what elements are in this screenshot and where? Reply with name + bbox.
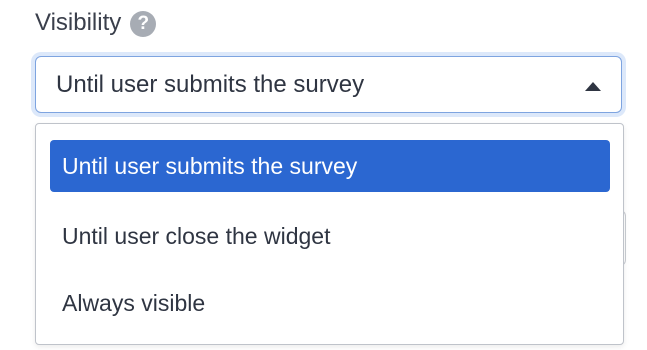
dropdown-option-always-visible[interactable]: Always visible (50, 277, 610, 329)
visibility-label: Visibility (35, 9, 122, 36)
dropdown-option-until-submits[interactable]: Until user submits the survey (50, 140, 610, 192)
visibility-select-value: Until user submits the survey (56, 70, 365, 98)
question-help-icon[interactable]: ? (130, 11, 157, 37)
dropdown-option-until-close[interactable]: Until user close the widget (50, 210, 610, 262)
visibility-label-row: Visibility ? (35, 6, 157, 40)
caret-up-icon[interactable] (585, 82, 601, 91)
visibility-dropdown-menu: Until user submits the survey Until user… (35, 123, 624, 345)
visibility-select[interactable]: Until user submits the survey (35, 56, 622, 113)
